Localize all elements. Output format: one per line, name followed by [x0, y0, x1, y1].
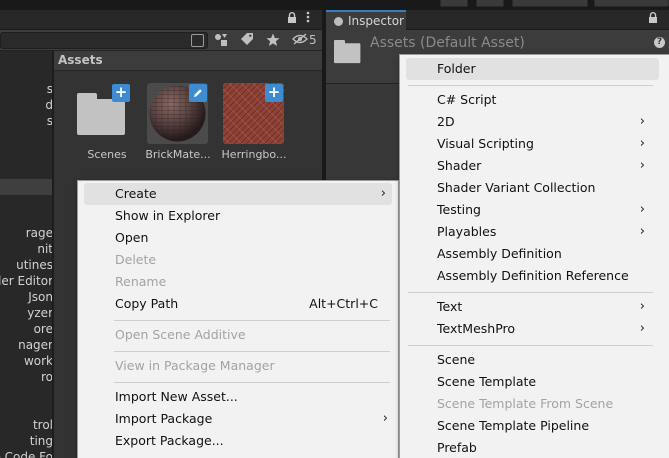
menu-item-export-package[interactable]: Export Package... [78, 430, 398, 452]
asset-label: BrickMate... [145, 148, 211, 161]
tree-item[interactable]: trol [0, 418, 52, 434]
menu-separator [408, 345, 653, 346]
menu-item-shader-variant-collection[interactable]: Shader Variant Collection [400, 177, 669, 199]
project-folder-tree: s d s rage nit utines der Editor Json yz… [0, 51, 53, 458]
chevron-right-icon: › [639, 299, 645, 314]
lock-icon[interactable] [648, 10, 658, 30]
toolbar-button[interactable] [476, 0, 504, 7]
menu-item-shader[interactable]: Shader › [400, 155, 669, 177]
chevron-right-icon: › [639, 136, 645, 151]
help-icon[interactable]: ? [654, 37, 665, 48]
tree-item[interactable]: der Editor [0, 274, 52, 290]
info-icon [334, 17, 343, 26]
layers-dropdown[interactable] [512, 0, 588, 7]
chevron-right-icon: › [639, 321, 645, 336]
tree-item[interactable]: utines [0, 258, 52, 274]
menu-item-assembly-definition[interactable]: Assembly Definition [400, 243, 669, 265]
more-vertical-icon[interactable] [306, 10, 310, 30]
menu-item-playables[interactable]: Playables › [400, 221, 669, 243]
menu-item-rename[interactable]: Rename [78, 271, 398, 293]
project-tab-row [0, 10, 322, 30]
edit-pencil-icon [189, 84, 207, 102]
label-filter-icon[interactable] [240, 33, 254, 48]
layout-dropdown[interactable] [594, 0, 669, 7]
tree-item[interactable]: d [0, 98, 52, 114]
editor-toolbar [0, 0, 669, 10]
menu-item-textmeshpro[interactable]: TextMeshPro › [400, 318, 669, 340]
menu-separator [408, 85, 653, 86]
menu-item-assembly-definition-reference[interactable]: Assembly Definition Reference [400, 265, 669, 287]
tree-item[interactable]: yzer [0, 306, 52, 322]
chevron-right-icon: › [639, 158, 645, 173]
menu-item-text[interactable]: Text › [400, 296, 669, 318]
add-plus-icon: + [112, 84, 130, 102]
tree-selected-row[interactable] [0, 179, 52, 195]
tree-item[interactable]: nager [0, 338, 52, 354]
menu-item-csharp-script[interactable]: C# Script [400, 89, 669, 111]
create-submenu: Folder C# Script 2D › Visual Scripting ›… [399, 54, 669, 458]
asset-label: Herringbo... [221, 148, 287, 161]
tab-inspector-label: Inspector [348, 14, 404, 28]
menu-separator [408, 292, 653, 293]
menu-item-visual-scripting[interactable]: Visual Scripting › [400, 133, 669, 155]
inspector-title: Assets (Default Asset) [370, 35, 525, 51]
tree-item[interactable]: ting [0, 434, 52, 450]
search-clear-icon[interactable] [191, 34, 204, 47]
tree-item[interactable]: work [0, 354, 52, 370]
tree-item[interactable]: s [0, 114, 52, 130]
inspector-tab-row: Inspector [326, 10, 669, 31]
asset-label: Scenes [87, 148, 127, 161]
menu-item-2d[interactable]: 2D › [400, 111, 669, 133]
menu-item-prefab[interactable]: Prefab [400, 437, 669, 458]
menu-item-folder[interactable]: Folder [406, 58, 659, 80]
add-plus-icon: + [265, 84, 283, 102]
menu-item-scene[interactable]: Scene [400, 349, 669, 371]
chevron-right-icon: › [382, 411, 388, 426]
menu-item-show-in-explorer[interactable]: Show in Explorer [78, 205, 398, 227]
shortcut-text: Alt+Ctrl+C [309, 296, 378, 311]
menu-item-copy-path[interactable]: Copy Path Alt+Ctrl+C [78, 293, 398, 315]
menu-item-create[interactable]: Create › [84, 183, 392, 205]
menu-separator [114, 351, 390, 352]
tree-item[interactable]: nit [0, 242, 52, 258]
menu-item-testing[interactable]: Testing › [400, 199, 669, 221]
tree-item[interactable]: rage [0, 226, 52, 242]
menu-item-scene-template-from-scene[interactable]: Scene Template From Scene [400, 393, 669, 415]
chevron-right-icon: › [639, 224, 645, 239]
menu-separator [114, 320, 390, 321]
menu-item-view-in-package-manager[interactable]: View in Package Manager [78, 355, 398, 377]
menu-separator [114, 382, 390, 383]
favorite-star-icon[interactable] [266, 33, 280, 48]
tree-item[interactable]: ro [0, 370, 52, 386]
menu-item-delete[interactable]: Delete [78, 249, 398, 271]
menu-item-open-scene-additive[interactable]: Open Scene Additive [78, 324, 398, 346]
tree-item[interactable]: rce Code Fo [0, 450, 52, 458]
menu-item-import-package[interactable]: Import Package › [78, 408, 398, 430]
menu-item-open[interactable]: Open [78, 227, 398, 249]
menu-item-import-new-asset[interactable]: Import New Asset... [78, 386, 398, 408]
hidden-packages-count: 5 [309, 33, 317, 47]
search-by-type-icon[interactable] [214, 33, 228, 48]
lock-icon[interactable] [287, 10, 297, 30]
menu-item-scene-template-pipeline[interactable]: Scene Template Pipeline [400, 415, 669, 437]
tree-item[interactable]: Json [0, 290, 52, 306]
hidden-packages-icon[interactable] [292, 33, 308, 48]
menu-item-scene-template[interactable]: Scene Template [400, 371, 669, 393]
tree-item[interactable]: ore [0, 322, 52, 338]
toolbar-button[interactable] [440, 0, 468, 7]
chevron-right-icon: › [639, 114, 645, 129]
breadcrumb-assets[interactable]: Assets [58, 53, 103, 67]
assets-breadcrumb: Assets [54, 51, 322, 71]
tab-inspector[interactable]: Inspector [326, 10, 406, 31]
context-menu: Create › Show in Explorer Open Delete Re… [77, 180, 399, 458]
tree-item[interactable]: s [0, 82, 52, 98]
chevron-right-icon: › [639, 202, 645, 217]
search-input[interactable] [0, 32, 208, 49]
chevron-right-icon: › [380, 186, 386, 201]
project-toolbar: 5 [0, 30, 322, 51]
